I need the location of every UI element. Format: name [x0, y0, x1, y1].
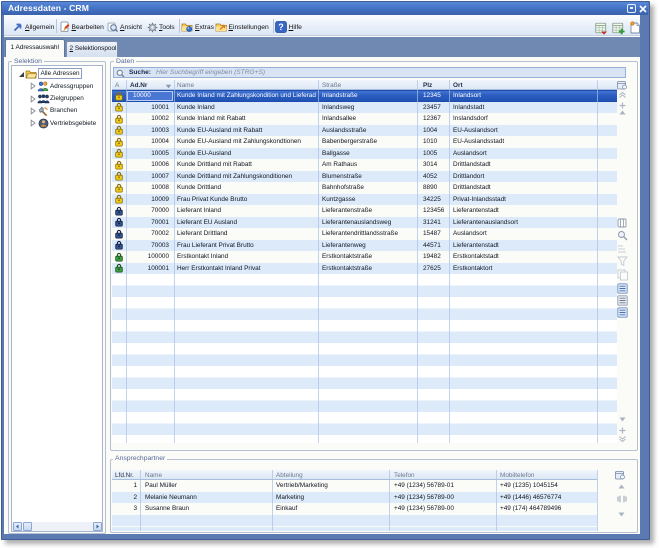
svg-text:?: ?: [278, 22, 284, 32]
